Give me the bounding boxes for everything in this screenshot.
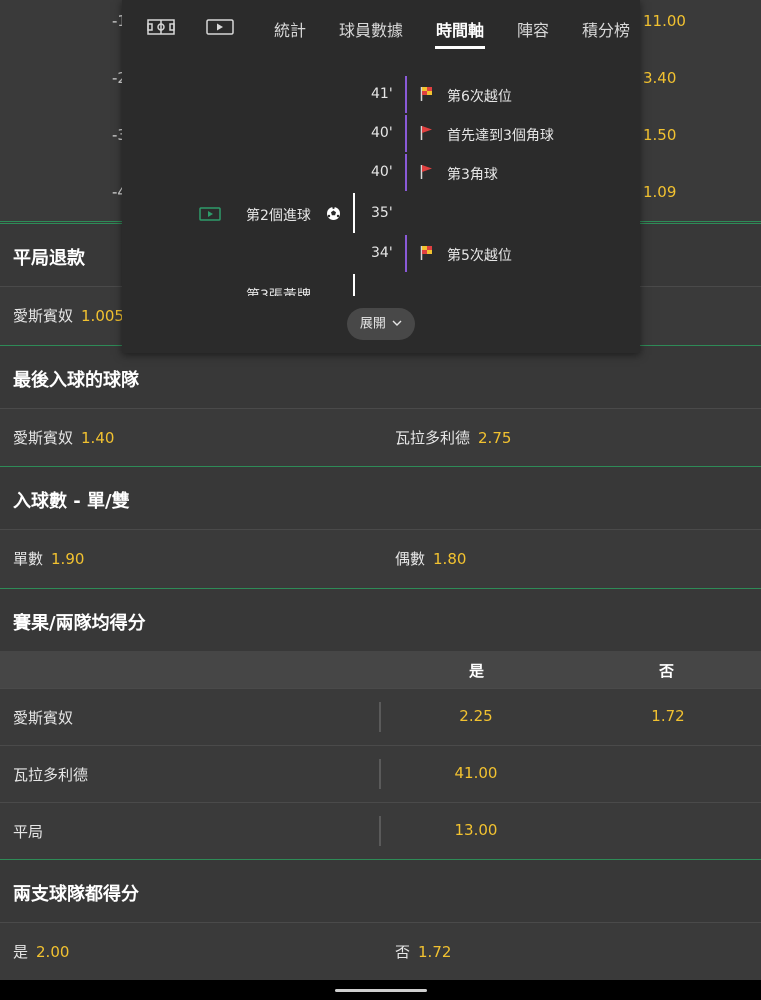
odds-option[interactable]: 是 2.00: [13, 941, 69, 962]
option-label: 瓦拉多利德: [395, 429, 471, 447]
option-odds: 1.72: [418, 943, 452, 961]
timeline-event: 34' 第5次越位: [122, 235, 640, 273]
panel-tabs: 統計 球員數據 時間軸 陣容 積分榜: [122, 0, 640, 52]
tab-timeline[interactable]: 時間軸: [436, 17, 484, 41]
column-separator: [379, 759, 381, 789]
event-time: 40': [371, 125, 393, 141]
handicap-odds[interactable]: 1.09: [643, 183, 676, 201]
column-no: 否: [659, 662, 675, 680]
section-both-score[interactable]: 兩支球隊都得分: [0, 859, 761, 922]
option-label: 愛斯賓奴: [13, 429, 74, 447]
section-title: 賽果/兩隊均得分: [13, 613, 146, 634]
row-label: 平局: [13, 823, 44, 841]
section-title: 入球數 - 單/雙: [13, 491, 130, 512]
column-separator: [379, 816, 381, 846]
last-goal-row: 愛斯賓奴 1.40 瓦拉多利德 2.75: [0, 408, 761, 465]
tab-player-data[interactable]: 球員數據: [339, 17, 403, 41]
option-label: 愛斯賓奴: [13, 307, 74, 325]
expand-button[interactable]: 展開: [347, 308, 415, 340]
home-indicator[interactable]: [335, 989, 427, 992]
timeline-event: 第3張黃牌: [122, 274, 640, 296]
option-odds: 1.005: [81, 307, 124, 325]
option-label: 單數: [13, 550, 44, 568]
event-time: 41': [371, 86, 393, 102]
event-text: 第5次越位: [447, 248, 512, 264]
option-label: 偶數: [395, 550, 426, 568]
odds-option[interactable]: 愛斯賓奴 1.005: [13, 305, 124, 326]
timeline-line: [405, 115, 407, 152]
handicap-odds[interactable]: 3.40: [643, 69, 676, 87]
expand-label: 展開: [359, 316, 386, 332]
section-odd-even[interactable]: 入球數 - 單/雙: [0, 466, 761, 529]
timeline-line: [405, 76, 407, 113]
result-btts-column-header: 是 否: [0, 651, 761, 688]
match-info-panel: 統計 球員數據 時間軸 陣容 積分榜 41' 第6次越位 40' 首先達到3個角…: [122, 0, 640, 353]
option-odds: 1.90: [51, 550, 85, 568]
section-result-btts[interactable]: 賽果/兩隊均得分: [0, 588, 761, 651]
section-title: 最後入球的球隊: [13, 370, 139, 391]
timeline-event: 40' 首先達到3個角球: [122, 115, 640, 153]
event-text: 第3角球: [447, 167, 498, 183]
odds-option[interactable]: 否 1.72: [395, 941, 451, 962]
timeline-event: 40' 第3角球: [122, 154, 640, 192]
offside-flag-icon: [420, 245, 432, 260]
system-nav-bar: [0, 980, 761, 1000]
timeline-line: [353, 193, 355, 233]
active-tab-indicator: [435, 46, 485, 49]
option-odds: 2.75: [478, 429, 512, 447]
tab-standings[interactable]: 積分榜: [582, 17, 630, 41]
pitch-icon[interactable]: [147, 18, 175, 40]
tab-lineup[interactable]: 陣容: [517, 17, 549, 41]
odds-yes[interactable]: 41.00: [430, 764, 522, 782]
odds-option[interactable]: 瓦拉多利德 2.75: [395, 427, 511, 448]
event-time: 34': [371, 245, 393, 261]
timeline-event: 41' 第6次越位: [122, 76, 640, 114]
event-text: 首先達到3個角球: [447, 128, 554, 144]
odds-option[interactable]: 愛斯賓奴 1.40: [13, 427, 114, 448]
both-score-row: 是 2.00 否 1.72: [0, 922, 761, 979]
tab-stats[interactable]: 統計: [274, 17, 306, 41]
row-label: 愛斯賓奴: [13, 709, 74, 727]
odds-option[interactable]: 單數 1.90: [13, 548, 84, 569]
column-yes: 是: [469, 662, 485, 680]
section-title: 平局退款: [13, 248, 85, 269]
option-odds: 1.40: [81, 429, 115, 447]
odds-yes[interactable]: 2.25: [430, 707, 522, 725]
section-last-goal[interactable]: 最後入球的球隊: [0, 345, 761, 408]
chevron-down-icon: [392, 308, 402, 340]
corner-flag-icon: [420, 164, 432, 179]
handicap-odds[interactable]: 11.00: [643, 12, 686, 30]
event-text: 第2個進球: [246, 208, 311, 224]
odds-option[interactable]: 偶數 1.80: [395, 548, 466, 569]
event-time: 40': [371, 164, 393, 180]
column-separator: [379, 702, 381, 732]
option-odds: 2.00: [36, 943, 70, 961]
odd-even-row: 單數 1.90 偶數 1.80: [0, 529, 761, 586]
timeline-event: 第2個進球 35': [122, 193, 640, 233]
event-time: 35': [371, 205, 393, 221]
odds-no[interactable]: 1.72: [622, 707, 714, 725]
event-text: 第3張黃牌: [246, 288, 311, 296]
offside-flag-icon: [420, 86, 432, 101]
option-odds: 1.80: [433, 550, 467, 568]
timeline-line: [405, 235, 407, 272]
option-label: 否: [395, 943, 411, 961]
ball-icon: [326, 206, 341, 225]
table-row: 瓦拉多利德 41.00: [0, 745, 761, 802]
timeline-line: [405, 154, 407, 191]
table-row: 愛斯賓奴 2.25 1.72: [0, 688, 761, 745]
video-icon[interactable]: [206, 18, 234, 40]
timeline-line: [353, 274, 355, 296]
table-row: 平局 13.00: [0, 802, 761, 859]
corner-flag-icon: [420, 125, 432, 140]
odds-yes[interactable]: 13.00: [430, 821, 522, 839]
handicap-odds[interactable]: 1.50: [643, 126, 676, 144]
event-text: 第6次越位: [447, 89, 512, 105]
section-title: 兩支球隊都得分: [13, 884, 139, 905]
option-label: 是: [13, 943, 29, 961]
video-icon[interactable]: [199, 206, 221, 225]
row-label: 瓦拉多利德: [13, 766, 89, 784]
